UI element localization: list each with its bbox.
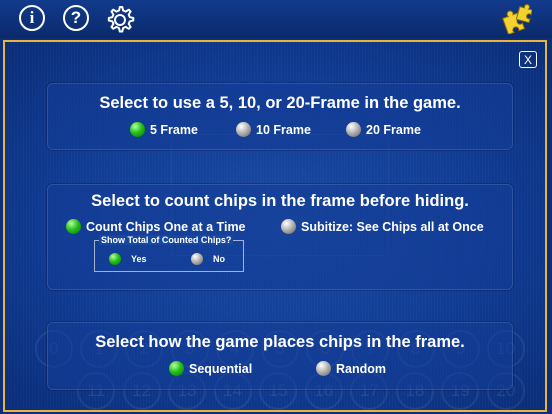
help-icon: ? [70,8,82,27]
option-label: Random [336,361,386,376]
option-10-frame[interactable]: 10 Frame [236,122,311,137]
option-sequential[interactable]: Sequential [169,361,252,376]
option-count-one-at-a-time[interactable]: Count Chips One at a Time [66,219,246,234]
close-icon: X [523,52,532,67]
settings-dialog: X 0 1 2 3 4 5 6 7 8 9 10 11 12 13 14 15 … [3,40,547,412]
radio-unselected-icon [236,122,251,137]
show-total-yes[interactable]: Yes [109,253,147,265]
count-mode-section: Select to count chips in the frame befor… [47,184,513,290]
option-subitize[interactable]: Subitize: See Chips all at Once [281,219,484,234]
option-label: Subitize: See Chips all at Once [301,219,484,234]
placement-title: Select how the game places chips in the … [95,333,465,351]
gear-icon[interactable] [104,3,138,37]
show-total-no[interactable]: No [191,253,225,265]
option-label: Sequential [189,361,253,376]
radio-unselected-icon [316,361,331,376]
top-toolbar: i ? [0,0,552,38]
option-20-frame[interactable]: 20 Frame [346,122,421,137]
option-5-frame[interactable]: 5 Frame [130,122,198,137]
puzzle-icon[interactable] [500,4,532,34]
radio-selected-icon [109,253,121,265]
radio-selected-icon [169,361,184,376]
option-label: 5 Frame [150,122,198,137]
option-label: 10 Frame [256,122,311,137]
option-random[interactable]: Random [316,361,386,376]
placement-section: Select how the game places chips in the … [47,322,513,390]
option-label: Count Chips One at a Time [86,219,246,234]
close-button[interactable]: X [519,51,537,68]
frame-size-title: Select to use a 5, 10, or 20-Frame in th… [99,94,461,112]
frame-size-section: Select to use a 5, 10, or 20-Frame in th… [47,83,513,150]
radio-unselected-icon [191,253,203,265]
help-button[interactable]: ? [63,5,89,31]
radio-selected-icon [130,122,145,137]
info-icon: i [29,8,35,27]
option-label: 20 Frame [366,122,421,137]
show-total-group: Show Total of Counted Chips? Yes No [94,235,244,272]
radio-unselected-icon [281,219,296,234]
radio-unselected-icon [346,122,361,137]
option-label: No [213,254,225,264]
show-total-title: Show Total of Counted Chips? [99,235,234,245]
count-mode-title: Select to count chips in the frame befor… [91,192,469,210]
radio-selected-icon [66,219,81,234]
option-label: Yes [131,254,147,264]
info-button[interactable]: i [19,5,45,31]
